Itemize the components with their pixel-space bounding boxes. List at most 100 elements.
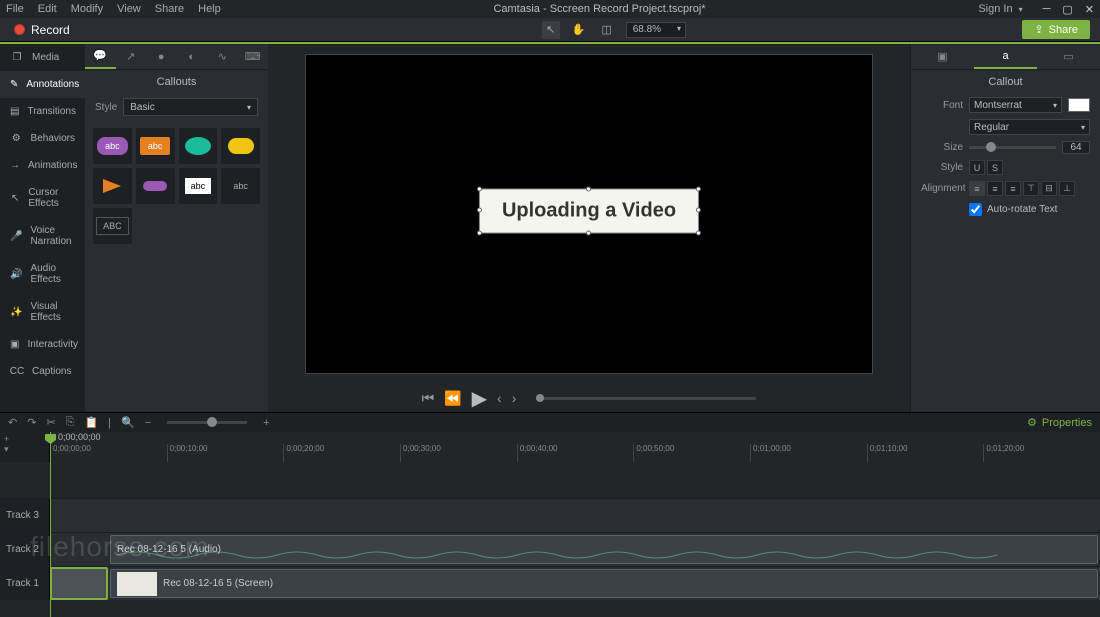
track-content[interactable]: [50, 499, 1100, 532]
callout-text-white[interactable]: abc: [179, 168, 218, 204]
redo-icon[interactable]: ↷: [27, 416, 36, 429]
pointer-tool-icon[interactable]: ↖: [542, 21, 560, 39]
tab-callouts-icon[interactable]: 💬: [85, 44, 116, 69]
crop-tool-icon[interactable]: ◫: [598, 21, 616, 39]
callout-selected[interactable]: Uploading a Video: [479, 188, 699, 233]
underline-button[interactable]: U: [969, 160, 985, 175]
weight-select[interactable]: Regular▾: [969, 119, 1090, 135]
resize-handle[interactable]: [586, 186, 591, 191]
sidebar-item-audio-effects[interactable]: 🔊Audio Effects: [0, 255, 85, 293]
sidebar-item-cursor-effects[interactable]: ↖Cursor Effects: [0, 179, 85, 217]
properties-button[interactable]: ⚙ Properties: [1027, 416, 1092, 429]
sidebar-item-interactivity[interactable]: ▣Interactivity: [0, 331, 85, 358]
size-value[interactable]: 64: [1062, 141, 1090, 154]
resize-handle[interactable]: [477, 208, 482, 213]
minus-icon[interactable]: −: [145, 417, 151, 429]
chevron-down-icon[interactable]: ▾: [1019, 5, 1023, 14]
sidebar-item-captions[interactable]: CCCaptions: [0, 358, 85, 385]
share-button[interactable]: ⇪ Share: [1022, 20, 1090, 39]
canvas[interactable]: Uploading a Video: [305, 54, 873, 374]
resize-handle[interactable]: [696, 186, 701, 191]
prop-tab-callout-icon[interactable]: ▭: [1037, 44, 1100, 69]
strikethrough-button[interactable]: S: [987, 160, 1003, 175]
track-content[interactable]: Rec 08-12-16 5 (Audio): [50, 533, 1100, 566]
close-icon[interactable]: ✕: [1085, 3, 1094, 16]
menu-modify[interactable]: Modify: [71, 3, 103, 15]
hand-tool-icon[interactable]: ✋: [570, 21, 588, 39]
font-select[interactable]: Montserrat▾: [969, 97, 1062, 113]
callout-cloud-yellow[interactable]: [221, 128, 260, 164]
track-label[interactable]: Track 1: [0, 567, 50, 600]
menu-file[interactable]: File: [6, 3, 24, 15]
sidebar-item-transitions[interactable]: ▤Transitions: [0, 98, 85, 125]
track-label[interactable]: Track 2: [0, 533, 50, 566]
clip-callout-selected[interactable]: [50, 567, 108, 600]
track-content[interactable]: Rec 08-12-16 5 (Screen): [50, 567, 1100, 600]
zoom-out-icon[interactable]: 🔍: [121, 416, 135, 429]
callout-speech-orange[interactable]: abc: [136, 128, 175, 164]
callout-arrow-purple[interactable]: [136, 168, 175, 204]
tab-sketch-icon[interactable]: ∿: [207, 44, 238, 69]
resize-handle[interactable]: [477, 230, 482, 235]
signin-link[interactable]: Sign In: [978, 3, 1012, 15]
autorotate-checkbox[interactable]: [969, 203, 982, 216]
timeline-zoom-slider[interactable]: [167, 421, 247, 424]
callout-text-plain[interactable]: abc: [221, 168, 260, 204]
timeline-ruler[interactable]: 0;00;00;00 0;00;00;00 0;00;10;00 0;00;20…: [50, 432, 1100, 462]
playback-scrubber[interactable]: [536, 397, 756, 400]
callout-arrow-orange[interactable]: [93, 168, 132, 204]
paste-icon[interactable]: 📋: [84, 416, 98, 429]
playhead[interactable]: [50, 432, 51, 617]
clip-audio[interactable]: Rec 08-12-16 5 (Audio): [110, 535, 1098, 564]
tab-shapes-icon[interactable]: ●: [146, 44, 177, 69]
style-select[interactable]: Basic▾: [123, 98, 258, 116]
menu-edit[interactable]: Edit: [38, 3, 57, 15]
clip-screen[interactable]: Rec 08-12-16 5 (Screen): [110, 569, 1098, 598]
align-right-button[interactable]: ≡: [1005, 181, 1021, 196]
step-fwd-icon[interactable]: ‹: [497, 390, 502, 406]
menu-share[interactable]: Share: [155, 3, 184, 15]
tab-blur-icon[interactable]: ◐: [177, 44, 208, 69]
align-top-button[interactable]: ⊤: [1023, 181, 1039, 196]
resize-handle[interactable]: [586, 230, 591, 235]
sidebar-item-media[interactable]: ❐Media: [0, 44, 85, 71]
undo-icon[interactable]: ↶: [8, 416, 17, 429]
sidebar-item-visual-effects[interactable]: ✨Visual Effects: [0, 293, 85, 331]
resize-handle[interactable]: [477, 186, 482, 191]
maximize-icon[interactable]: ▢: [1062, 3, 1072, 16]
align-left-button[interactable]: ≡: [969, 181, 985, 196]
menu-help[interactable]: Help: [198, 3, 221, 15]
cut-icon[interactable]: ✂: [46, 416, 55, 429]
sidebar-item-behaviors[interactable]: ⚙Behaviors: [0, 125, 85, 152]
resize-handle[interactable]: [696, 230, 701, 235]
callout-text-box[interactable]: ABC: [93, 208, 132, 244]
next-frame-icon[interactable]: ›: [512, 390, 517, 406]
tab-arrows-icon[interactable]: ↗: [116, 44, 147, 69]
size-slider[interactable]: [969, 146, 1056, 149]
align-bottom-button[interactable]: ⊥: [1059, 181, 1075, 196]
font-color-swatch[interactable]: [1068, 98, 1090, 112]
track-label[interactable]: Track 3: [0, 499, 50, 532]
callout-speech-purple[interactable]: abc: [93, 128, 132, 164]
sidebar-item-animations[interactable]: →Animations: [0, 152, 85, 179]
callout-thought-teal[interactable]: [179, 128, 218, 164]
copy-icon[interactable]: ⎘: [66, 416, 75, 429]
align-center-button[interactable]: ≡: [987, 181, 1003, 196]
resize-handle[interactable]: [696, 208, 701, 213]
align-middle-button[interactable]: ⊟: [1041, 181, 1057, 196]
tab-keystroke-icon[interactable]: ⌨: [238, 44, 269, 69]
record-button[interactable]: Record: [0, 18, 84, 41]
sidebar-item-voice-narration[interactable]: 🎤Voice Narration: [0, 217, 85, 255]
track-controls[interactable]: +▾: [0, 432, 50, 462]
minimize-icon[interactable]: ─: [1043, 3, 1051, 16]
sidebar-item-annotations[interactable]: ✎Annotations: [0, 71, 85, 98]
step-back-icon[interactable]: ⏪: [444, 390, 461, 407]
zoom-select[interactable]: 68.8%: [626, 22, 686, 38]
menu-view[interactable]: View: [117, 3, 141, 15]
split-icon[interactable]: |: [108, 417, 111, 429]
prop-tab-visual-icon[interactable]: ▣: [911, 44, 974, 69]
prev-frame-icon[interactable]: ⏮: [422, 390, 435, 407]
play-icon[interactable]: ▶: [472, 386, 487, 411]
plus-icon[interactable]: +: [263, 417, 269, 429]
prop-tab-text-icon[interactable]: a: [974, 44, 1037, 69]
